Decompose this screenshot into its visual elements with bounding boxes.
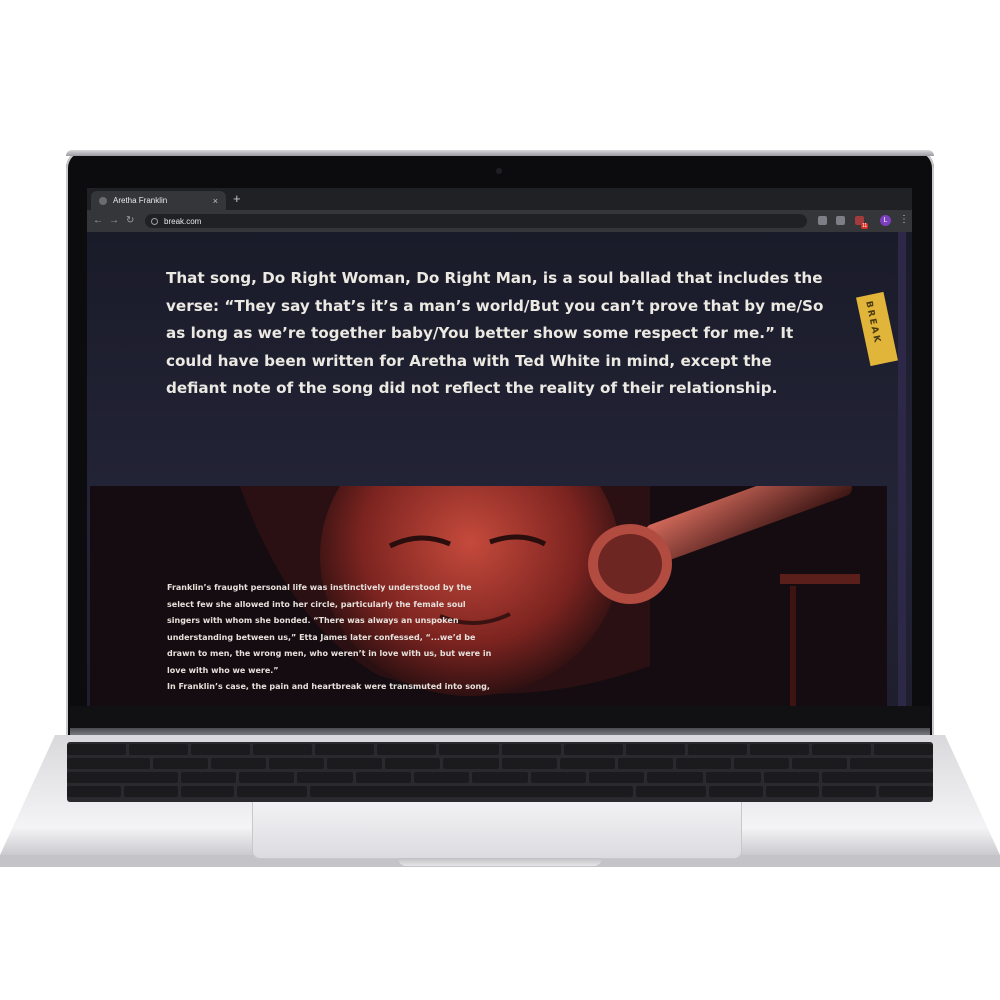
tab-title: Aretha Franklin <box>113 196 168 205</box>
new-tab-button[interactable]: + <box>233 191 241 207</box>
browser-toolbar: ← → ↻ break.com 11 L ⋮ <box>87 210 912 232</box>
article-paragraph-2: In Franklin’s case, the pain and heartbr… <box>167 682 490 691</box>
webcam <box>496 168 502 174</box>
keyboard-row <box>67 758 933 770</box>
url-text: break.com <box>164 216 202 226</box>
keyboard <box>67 742 933 802</box>
brand-tag-label: BREAK <box>863 300 883 346</box>
pull-quote: That song, Do Right Woman, Do Right Man,… <box>166 269 824 398</box>
back-arrow-icon[interactable]: ← <box>93 214 103 228</box>
camera-icon[interactable] <box>818 216 827 225</box>
address-bar[interactable]: break.com <box>145 214 807 228</box>
shield-extension-icon[interactable] <box>836 216 845 225</box>
laptop-lid-edge <box>66 150 934 156</box>
extension-badge: 11 <box>861 223 869 229</box>
forward-arrow-icon[interactable]: → <box>109 214 119 228</box>
brand-tag[interactable]: BREAK <box>856 291 898 367</box>
trackpad <box>252 802 742 859</box>
article-paragraph-1: Franklin’s fraught personal life was ins… <box>167 583 492 675</box>
reload-icon[interactable]: ↻ <box>126 214 134 228</box>
page-scroll-strip <box>898 232 906 706</box>
browser-menu-icon[interactable]: ⋮ <box>899 214 909 226</box>
keyboard-row <box>67 786 933 798</box>
tab-close-icon[interactable]: × <box>213 196 218 206</box>
keyboard-row <box>67 772 933 784</box>
tab-favicon-icon <box>99 196 107 205</box>
keyboard-row <box>67 744 933 756</box>
site-info-icon[interactable] <box>151 217 158 225</box>
article-page: That song, Do Right Woman, Do Right Man,… <box>87 232 912 706</box>
laptop-screen: Aretha Franklin × + ← → ↻ break.com 11 L… <box>87 188 912 706</box>
browser-tab[interactable]: Aretha Franklin × <box>91 191 226 210</box>
laptop-front-notch <box>398 858 602 866</box>
browser-tab-bar: Aretha Franklin × + <box>87 188 912 210</box>
hero-photo: Franklin’s fraught personal life was ins… <box>90 486 887 706</box>
profile-avatar[interactable]: L <box>880 215 891 226</box>
